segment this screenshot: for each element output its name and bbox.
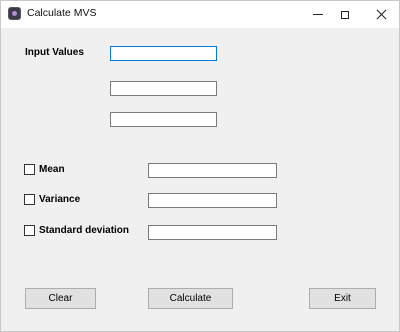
app-window: Calculate MVS Input Values Mean Variance…	[0, 0, 400, 332]
minimize-icon	[313, 14, 323, 15]
close-icon	[376, 9, 387, 20]
input-value-1-field[interactable]	[110, 46, 217, 61]
standard-deviation-checkbox[interactable]	[24, 225, 35, 236]
variance-checkbox[interactable]	[24, 194, 35, 205]
variance-label: Variance	[39, 194, 81, 205]
title-bar: Calculate MVS	[1, 1, 399, 28]
input-value-2-field[interactable]	[110, 81, 217, 96]
mean-result-field[interactable]	[148, 163, 277, 178]
input-values-label: Input Values	[25, 47, 84, 58]
exit-button[interactable]: Exit	[309, 288, 376, 309]
window-title: Calculate MVS	[27, 7, 97, 19]
calculate-button[interactable]: Calculate	[148, 288, 233, 309]
variance-result-field[interactable]	[148, 193, 277, 208]
close-button[interactable]	[364, 1, 398, 28]
app-icon	[8, 7, 21, 20]
maximize-button[interactable]	[328, 1, 362, 28]
maximize-icon	[341, 10, 349, 19]
standard-deviation-result-field[interactable]	[148, 225, 277, 240]
clear-button[interactable]: Clear	[25, 288, 96, 309]
input-value-3-field[interactable]	[110, 112, 217, 127]
standard-deviation-label: Standard deviation	[39, 225, 130, 236]
mean-label: Mean	[39, 164, 65, 175]
mean-checkbox[interactable]	[24, 164, 35, 175]
